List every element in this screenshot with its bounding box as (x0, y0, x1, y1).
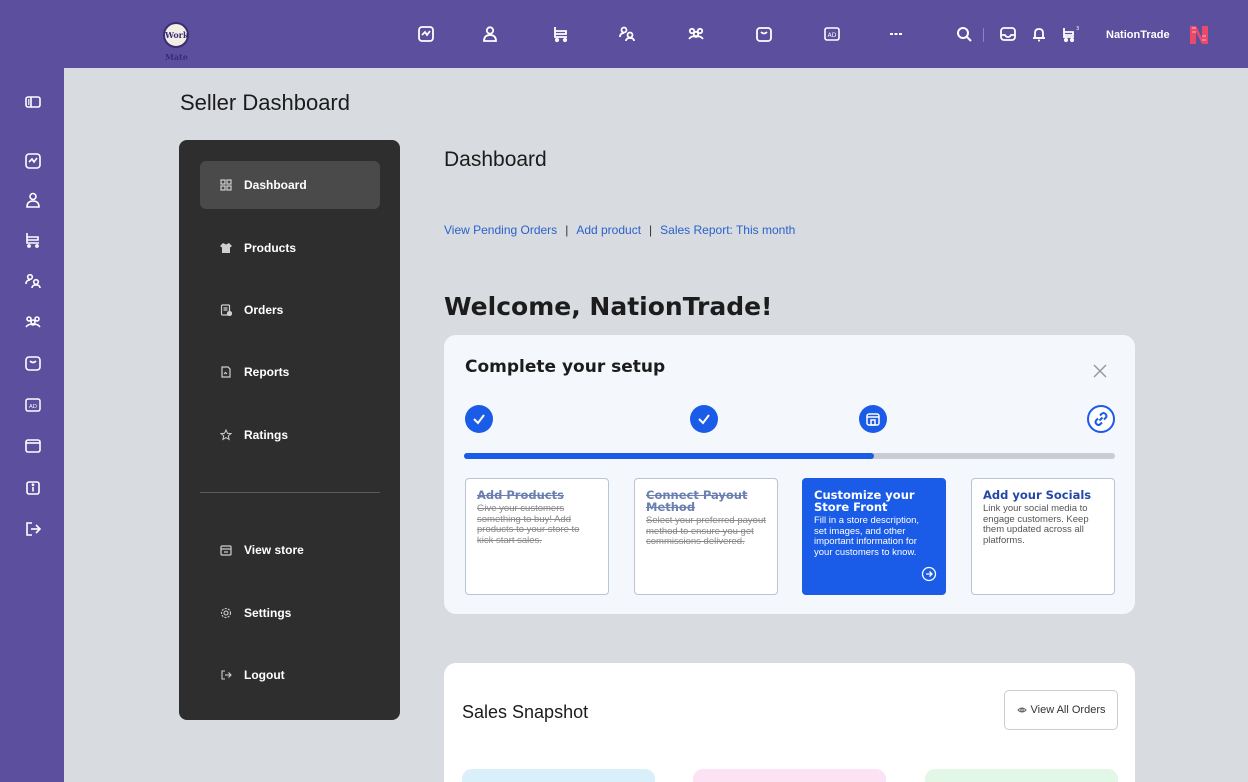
setup-progress-bar (464, 453, 1115, 459)
grid-icon (220, 179, 232, 191)
add-product-link[interactable]: Add product (576, 223, 641, 237)
dashboard-title: Dashboard (444, 148, 547, 171)
nav-item-label: Products (244, 241, 297, 255)
topbar-divider (983, 28, 984, 42)
nav-item-label: Settings (244, 606, 292, 620)
sales-snapshot-card: Sales Snapshot View All Orders (444, 663, 1135, 782)
view-pending-orders-link[interactable]: View Pending Orders (444, 223, 557, 237)
nav-item-reports[interactable]: Reports (200, 348, 380, 396)
brand-logo[interactable] (1188, 22, 1210, 46)
dashboard-icon[interactable] (416, 24, 436, 44)
ad-icon[interactable]: AD (24, 396, 42, 414)
svg-text:AD: AD (29, 404, 37, 410)
step-title: Add Products (477, 488, 564, 502)
svg-text:3: 3 (1076, 26, 1079, 32)
step-card-connect-payout[interactable]: Connect Payout Method Select your prefer… (634, 478, 778, 595)
cart-icon[interactable] (24, 231, 42, 249)
svg-text:AD: AD (828, 32, 837, 39)
gear-icon (220, 607, 232, 619)
users-icon[interactable] (617, 24, 637, 44)
info-icon[interactable] (24, 479, 42, 497)
step-description: Link your social media to engage custome… (983, 503, 1089, 546)
store-icon[interactable] (24, 354, 42, 372)
view-all-orders-label: View All Orders (1030, 704, 1106, 716)
nav-divider (200, 492, 380, 493)
stat-tile (462, 769, 655, 782)
nav-item-logout[interactable]: Logout (200, 651, 380, 699)
user-icon[interactable] (480, 24, 500, 44)
ad-icon[interactable]: AD (822, 24, 842, 44)
users-icon[interactable] (24, 272, 42, 290)
nav-item-settings[interactable]: Settings (200, 589, 380, 637)
stat-tile (925, 769, 1118, 782)
star-icon (220, 429, 232, 441)
step-card-add-products[interactable]: Add Products Give your customers somethi… (465, 478, 609, 595)
step-1-check-icon (465, 405, 493, 433)
step-description: Fill in a store description, set images,… (814, 515, 920, 558)
window-icon[interactable] (24, 437, 42, 455)
nav-item-dashboard[interactable]: Dashboard (200, 161, 380, 209)
step-title: Add your Socials (983, 488, 1092, 502)
sales-report-link[interactable]: Sales Report: This month (660, 223, 795, 237)
step-card-customize-store[interactable]: Customize your Store Front Fill in a sto… (802, 478, 946, 595)
group-icon[interactable] (686, 24, 706, 44)
nav-item-orders[interactable]: Orders (200, 286, 380, 334)
user-icon[interactable] (24, 191, 42, 209)
eye-icon (1016, 705, 1027, 715)
group-icon[interactable] (24, 313, 42, 331)
step-description: Select your preferred payout method to e… (646, 515, 766, 547)
arrow-right-circle-icon[interactable] (921, 566, 937, 582)
store-icon (220, 544, 232, 556)
nav-item-label: Logout (244, 668, 285, 682)
dashboard-icon[interactable] (24, 152, 42, 170)
step-title: Connect Payout Method (646, 488, 748, 514)
close-icon[interactable] (1090, 361, 1110, 381)
shirt-icon (220, 242, 232, 254)
quick-links: View Pending Orders | Add product | Sales Re… (444, 223, 795, 237)
step-card-add-socials[interactable]: Add your Socials Link your social media … (971, 478, 1115, 595)
stat-tile (693, 769, 886, 782)
nav-item-label: Dashboard (244, 178, 307, 192)
top-bar: Work Mate AD 3 NationTrade (0, 0, 1248, 68)
app-logo[interactable]: Work Mate (163, 22, 189, 62)
logout-icon[interactable] (24, 520, 42, 538)
step-4-link-icon (1087, 405, 1115, 433)
sales-snapshot-title: Sales Snapshot (462, 702, 589, 722)
view-all-orders-button[interactable]: View All Orders (1004, 690, 1118, 730)
step-title: Customize your Store Front (814, 488, 915, 514)
setup-card: Complete your setup Add Products Give yo… (444, 335, 1135, 614)
nav-item-label: View store (244, 543, 304, 557)
welcome-heading: Welcome, NationTrade! (444, 292, 773, 321)
setup-progress-fill (464, 453, 875, 459)
step-description: Give your customers something to buy! Ad… (477, 503, 580, 546)
setup-title: Complete your setup (465, 357, 666, 377)
sidebar-toggle-icon[interactable] (24, 93, 42, 111)
brand-name[interactable]: NationTrade (1106, 29, 1170, 41)
nav-item-label: Ratings (244, 428, 289, 442)
search-icon[interactable] (954, 24, 974, 44)
page-title: Seller Dashboard (180, 90, 350, 115)
link-separator: | (649, 223, 653, 237)
store-icon[interactable] (754, 24, 774, 44)
left-rail: AD (0, 68, 64, 782)
cart-icon[interactable] (551, 24, 571, 44)
bell-icon[interactable] (1029, 24, 1049, 44)
more-icon[interactable] (886, 24, 906, 44)
link-separator: | (565, 223, 569, 237)
report-icon (220, 366, 232, 378)
logout-icon (220, 669, 232, 681)
step-3-store-icon (859, 405, 887, 433)
seller-nav-panel: Dashboard Products Orders Reports Rating… (179, 140, 400, 720)
nav-item-view-store[interactable]: View store (200, 526, 380, 574)
nav-item-ratings[interactable]: Ratings (200, 411, 380, 459)
nav-item-products[interactable]: Products (200, 224, 380, 272)
inbox-icon[interactable] (998, 24, 1018, 44)
step-2-check-icon (690, 405, 718, 433)
nav-item-label: Orders (244, 303, 284, 317)
orders-icon (220, 304, 232, 316)
cart-count-icon[interactable]: 3 (1060, 24, 1080, 44)
nav-item-label: Reports (244, 365, 290, 379)
